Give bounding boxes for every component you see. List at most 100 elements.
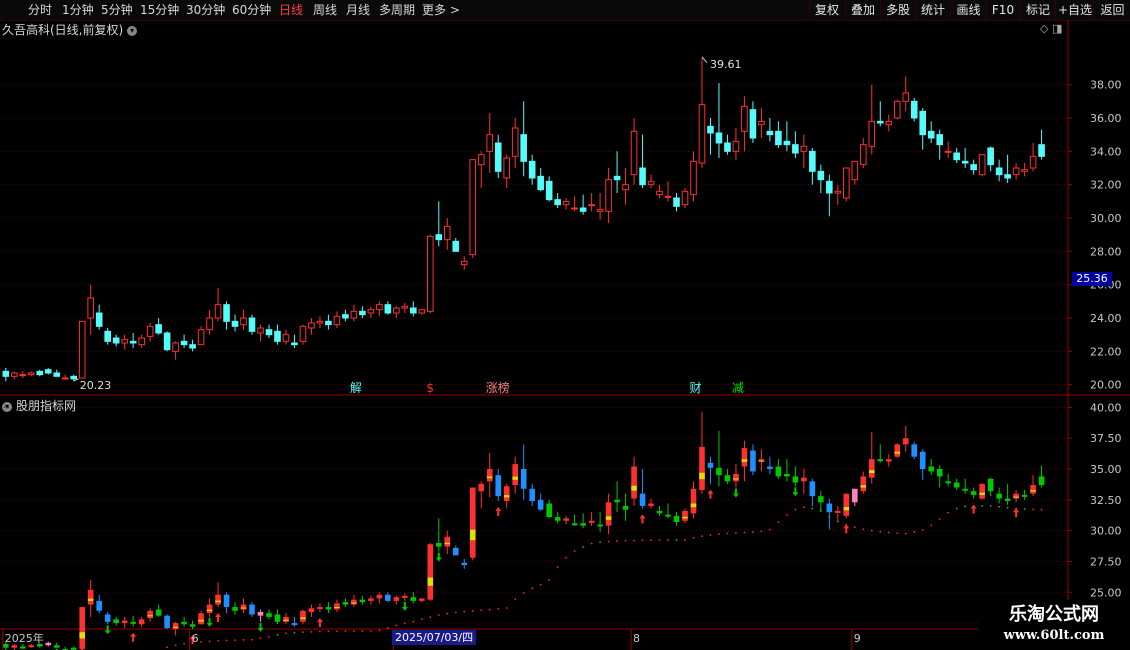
ind-bar-accent xyxy=(283,619,289,621)
ind-bar xyxy=(155,609,162,616)
trail-dot xyxy=(548,578,551,581)
ind-bar xyxy=(427,544,434,600)
trail-dot xyxy=(735,531,737,534)
ind-bar-accent xyxy=(334,607,340,609)
ind-bar xyxy=(300,610,306,622)
ind-bar xyxy=(979,483,985,499)
ind-bar xyxy=(53,645,60,648)
x-tick-label: 9 xyxy=(854,632,861,645)
trail-dot xyxy=(522,592,525,594)
trail-dot xyxy=(539,583,542,586)
main-ytick-label: 34.00 xyxy=(1090,145,1122,158)
current-price-tag: 25.36 xyxy=(1072,272,1112,286)
ind-bar-accent xyxy=(351,602,357,604)
ind-ytick-label: 27.50 xyxy=(1090,555,1122,568)
trail-dot xyxy=(302,631,304,634)
trail-dot xyxy=(429,616,432,619)
trail-dot xyxy=(234,639,236,642)
ind-bar xyxy=(1013,493,1019,499)
buy-arrow-icon xyxy=(1013,508,1020,518)
ind-bar xyxy=(750,450,756,472)
trail-dot xyxy=(718,533,720,535)
trail-dot xyxy=(242,639,245,641)
candle-body xyxy=(783,140,791,146)
trail-dot xyxy=(505,607,508,609)
ind-bar xyxy=(682,510,688,521)
trail-dot xyxy=(582,545,585,548)
ind-bar xyxy=(673,515,680,523)
candle-body xyxy=(163,332,171,351)
ind-bar xyxy=(28,645,35,648)
max-marker xyxy=(701,56,708,64)
ind-bar xyxy=(970,491,977,495)
candle-body xyxy=(44,369,52,374)
trail-dot xyxy=(930,524,933,527)
ind-bar xyxy=(495,475,502,497)
trail-dot xyxy=(862,528,865,531)
trail-dot xyxy=(913,530,916,533)
trail-dot xyxy=(955,507,958,510)
ind-bar xyxy=(1030,485,1036,494)
trail-dot xyxy=(497,607,500,610)
main-ytick-label: 30.00 xyxy=(1090,212,1122,225)
event-label: 涨榜 xyxy=(486,380,510,395)
ind-bar-accent xyxy=(240,607,247,609)
ind-bar xyxy=(402,595,408,598)
trail-dot xyxy=(752,531,754,534)
candle-body xyxy=(826,180,833,194)
ind-bar xyxy=(996,493,1002,499)
ind-bar-accent xyxy=(758,460,765,462)
trail-dot xyxy=(887,531,890,534)
watermark: 乐淘公式网 www.60lt.com xyxy=(978,600,1130,650)
candle-body xyxy=(503,157,511,179)
trail-dot xyxy=(251,638,253,641)
candle-body xyxy=(613,175,621,181)
trail-dot xyxy=(344,630,347,633)
trail-dot xyxy=(607,540,610,543)
ind-bar xyxy=(987,478,994,492)
candle-body xyxy=(859,144,867,166)
x-tick-label: 6 xyxy=(192,632,199,645)
candle-body xyxy=(27,372,35,376)
trail-dot xyxy=(760,530,763,533)
trail-dot xyxy=(488,608,491,611)
candle-body xyxy=(248,317,256,332)
trail-dot xyxy=(769,528,771,531)
ind-bar xyxy=(351,599,357,605)
ind-bar-accent xyxy=(444,542,451,545)
buy-arrow-icon xyxy=(843,524,850,534)
ind-bar xyxy=(291,623,298,626)
ind-bar-accent xyxy=(699,472,705,480)
trail-dot xyxy=(709,534,712,536)
trail-dot xyxy=(853,526,856,529)
trail-dot xyxy=(327,630,330,633)
candle-body xyxy=(766,130,774,136)
candle-body xyxy=(129,340,137,344)
trail-dot xyxy=(352,630,355,633)
candle-body xyxy=(486,134,494,152)
ind-bar xyxy=(359,599,366,603)
ind-bar xyxy=(520,469,527,489)
trail-dot xyxy=(811,507,814,510)
candle-body xyxy=(1029,155,1037,169)
trail-dot xyxy=(921,528,924,531)
buy-arrow-icon xyxy=(215,613,222,623)
trail-dot xyxy=(998,505,1001,508)
trail-dot xyxy=(701,535,703,538)
ind-bar xyxy=(554,517,561,521)
ind-bar xyxy=(571,523,578,526)
ind-bar xyxy=(419,598,425,601)
candle-body xyxy=(452,240,460,252)
candle-body xyxy=(817,170,825,181)
sell-arrow-icon xyxy=(732,488,739,498)
ind-bar xyxy=(597,524,603,527)
ind-ytick-label: 32.50 xyxy=(1090,494,1122,507)
trail-dot xyxy=(200,640,202,643)
candle-body xyxy=(673,197,680,207)
ind-bar-accent xyxy=(147,615,153,617)
candle-body xyxy=(936,134,944,146)
candle-body xyxy=(180,340,188,346)
chart-canvas[interactable]: 20.0022.0024.0026.0028.0030.0032.0034.00… xyxy=(0,0,1130,650)
ind-bar xyxy=(529,488,535,502)
candle-body xyxy=(596,209,604,212)
